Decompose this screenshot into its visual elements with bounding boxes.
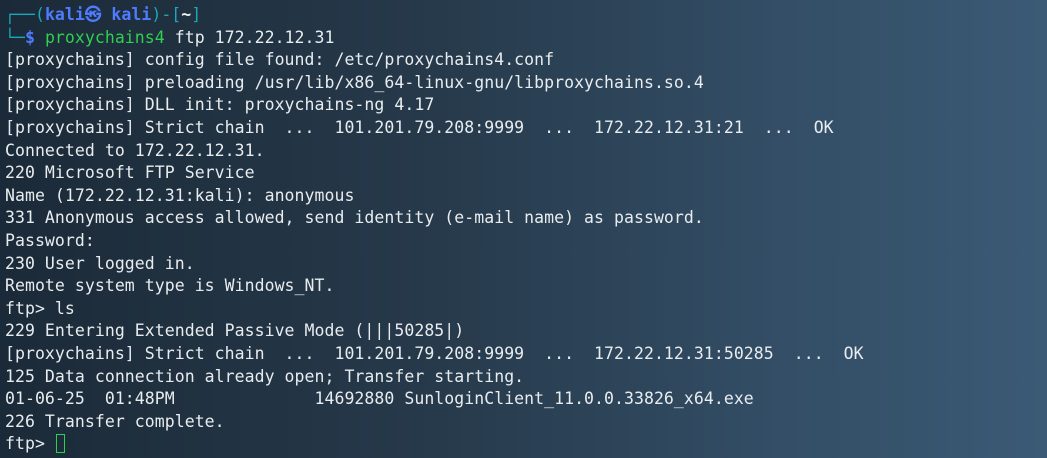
output-line: 226 Transfer complete. bbox=[5, 411, 225, 431]
prompt-deco-bottom: └─ bbox=[5, 27, 25, 47]
prompt-user-host: kali㉿ kali bbox=[44, 5, 152, 24]
terminal-window[interactable]: ┌──(kali㉿ kali)-[~] └─$ proxychains4 ftp… bbox=[0, 0, 1047, 458]
command-name: proxychains4 bbox=[44, 27, 165, 47]
output-line: 125 Data connection already open; Transf… bbox=[5, 366, 525, 386]
output-line: 220 Microsoft FTP Service bbox=[5, 163, 255, 183]
prompt-dollar: $ bbox=[24, 27, 35, 47]
prompt-cwd: ~ bbox=[181, 5, 192, 24]
output-line: 229 Entering Extended Passive Mode (|||5… bbox=[5, 321, 465, 341]
output-line: [proxychains] preloading /usr/lib/x86_64… bbox=[5, 72, 704, 92]
output-line: 01-06-25 01:48PM 14692880 SunloginClient… bbox=[5, 389, 754, 409]
prompt-deco-top: ┌──( bbox=[5, 5, 45, 24]
output-line: ftp> ls bbox=[5, 298, 75, 318]
ftp-input-line[interactable]: ftp> bbox=[5, 433, 1047, 456]
text-cursor[interactable] bbox=[55, 434, 65, 454]
output-line: [proxychains] DLL init: proxychains-ng 4… bbox=[5, 95, 435, 115]
ftp-prompt: ftp> bbox=[5, 434, 55, 454]
prompt-deco-mid: )-[ bbox=[151, 5, 182, 24]
output-line: [proxychains] Strict chain ... 101.201.7… bbox=[5, 343, 864, 363]
prompt-header-line: ┌──(kali㉿ kali)-[~] bbox=[5, 4, 1047, 27]
output-line: Remote system type is Windows_NT. bbox=[5, 276, 335, 296]
output-line: Connected to 172.22.12.31. bbox=[5, 140, 265, 160]
output-line: [proxychains] config file found: /etc/pr… bbox=[5, 50, 555, 70]
prompt-command-line: └─$ proxychains4 ftp 172.22.12.31 bbox=[5, 27, 1047, 50]
output-line: Name (172.22.12.31:kali): anonymous bbox=[5, 185, 355, 205]
output-line: 230 User logged in. bbox=[5, 253, 195, 273]
prompt-deco-end: ] bbox=[191, 5, 202, 24]
output-line: [proxychains] Strict chain ... 101.201.7… bbox=[5, 117, 834, 137]
output-line: 331 Anonymous access allowed, send ident… bbox=[5, 208, 704, 228]
command-args: ftp 172.22.12.31 bbox=[164, 27, 335, 47]
output-line: Password: bbox=[5, 230, 95, 250]
